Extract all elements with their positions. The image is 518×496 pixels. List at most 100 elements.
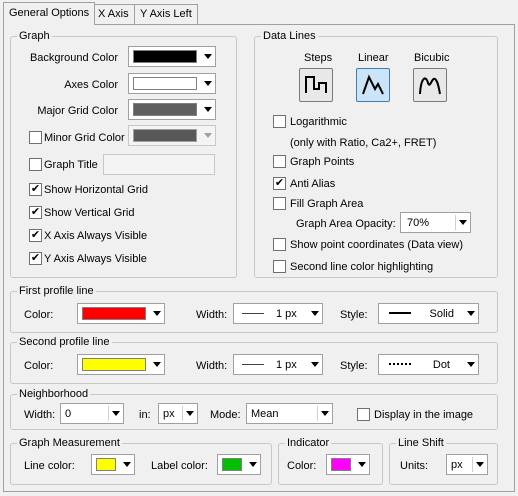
graph-title-checkbox[interactable] [29,158,42,171]
bicubic-button[interactable] [413,68,447,102]
minor-grid-checkbox[interactable] [29,131,42,144]
first-line-color-label: Color: [24,309,54,321]
major-grid-color-label: Major Grid Color [37,105,118,117]
tab-general-options[interactable]: General Options [3,2,96,25]
first-line-width-value: 1 px [276,308,297,320]
graph-area-opacity-label: Graph Area Opacity: [296,218,396,230]
chevron-down-icon [186,411,194,416]
steps-button[interactable] [299,68,333,102]
major-grid-color-swatch [133,103,197,116]
second-line-width-value: 1 px [276,359,297,371]
anti-alias-checkbox[interactable]: ✔ [273,177,286,190]
measurement-line-color-swatch [96,458,116,471]
tab-label: X Axis [98,8,129,20]
group-title: Neighborhood [17,387,91,401]
second-line-color-label: Color: [24,360,54,372]
bicubic-label: Bicubic [414,52,450,64]
display-in-image-checkbox[interactable] [357,408,370,421]
label-color-label: Label color: [151,460,208,472]
neighborhood-mode-value: Mean [251,408,279,420]
indicator-color-combo[interactable] [326,454,370,475]
axes-color-combo[interactable] [128,73,216,94]
second-line-style-label: Style: [340,360,368,372]
graph-points-checkbox[interactable] [273,155,286,168]
neighborhood-units-select[interactable]: px [158,403,198,424]
combo-divider [472,457,473,472]
minor-grid-color-swatch [133,129,197,142]
linear-icon [362,74,384,95]
display-in-image-label: Display in the image [374,409,474,421]
linear-button[interactable] [356,68,390,102]
show-vertical-grid-checkbox[interactable]: ✔ [29,206,42,219]
group-title: Graph Measurement [17,436,122,450]
group-title: Data Lines [261,29,318,43]
line-shift-units-value: px [451,459,463,471]
second-line-width-select[interactable]: 1 px [233,354,323,375]
major-grid-color-combo[interactable] [128,99,216,120]
indicator-color-swatch [331,458,351,471]
chevron-down-icon [204,81,212,86]
line-width-preview [242,364,264,365]
fill-graph-area-checkbox[interactable] [273,197,286,210]
chevron-down-icon [321,411,329,416]
tab-y-axis-left[interactable]: Y Axis Left [134,4,198,24]
logarithmic-note: (only with Ratio, Ca2+, FRET) [290,137,437,149]
axes-color-label: Axes Color [64,79,118,91]
first-line-style-select[interactable]: Solid [378,303,479,324]
group-title: Line Shift [396,436,446,450]
neighborhood-width-value: 0 [65,408,72,420]
group-title: First profile line [17,284,96,298]
second-line-color-combo[interactable] [77,354,165,375]
y-axis-always-visible-label: Y Axis Always Visible [44,253,147,265]
graph-title-input[interactable] [103,154,215,175]
neighborhood-mode-label: Mode: [210,409,241,421]
minor-grid-color-label: Minor Grid Color [44,132,125,144]
y-axis-always-visible-checkbox[interactable]: ✔ [29,252,42,265]
line-shift-units-select[interactable]: px [446,454,488,475]
chevron-down-icon [204,107,212,112]
combo-divider [182,406,183,421]
tab-x-axis[interactable]: X Axis [92,4,135,24]
group-title: Second profile line [17,335,112,349]
show-horizontal-grid-checkbox[interactable]: ✔ [29,183,42,196]
neighborhood-width-select[interactable]: 0 [60,403,124,424]
group-title: Graph [17,29,52,43]
anti-alias-label: Anti Alias [290,178,336,190]
tab-label: General Options [9,7,90,19]
line-color-label: Line color: [24,460,75,472]
linear-label: Linear [358,52,389,64]
fill-graph-area-label: Fill Graph Area [290,198,364,210]
chevron-down-icon [459,220,467,225]
axes-color-swatch [133,77,197,90]
graph-area-opacity-select[interactable]: 70% [400,212,471,233]
measurement-label-color-swatch [222,458,242,471]
x-axis-always-visible-label: X Axis Always Visible [44,230,148,242]
first-line-width-select[interactable]: 1 px [233,303,323,324]
second-line-style-select[interactable]: Dot [378,354,479,375]
chevron-down-icon [123,462,131,467]
minor-grid-color-combo[interactable] [128,125,216,146]
chevron-down-icon [153,362,161,367]
neighborhood-mode-select[interactable]: Mean [246,403,333,424]
logarithmic-checkbox[interactable] [273,115,286,128]
first-line-style-label: Style: [340,309,368,321]
background-color-combo[interactable] [128,46,216,67]
tab-label: Y Axis Left [140,8,192,20]
neighborhood-units-value: px [163,408,175,420]
show-vertical-grid-label: Show Vertical Grid [44,207,135,219]
show-point-coordinates-checkbox[interactable] [273,238,286,251]
graph-title-label: Graph Title [44,159,98,171]
show-horizontal-grid-label: Show Horizontal Grid [44,184,148,196]
logarithmic-label: Logarithmic [290,116,347,128]
chevron-down-icon [204,54,212,59]
measurement-line-color-combo[interactable] [91,454,135,475]
graph-points-label: Graph Points [290,156,355,168]
first-line-color-combo[interactable] [77,303,165,324]
group-title: Indicator [285,436,332,450]
first-line-style-value: Solid [429,308,454,320]
second-line-color-highlighting-label: Second line color highlighting [290,261,434,273]
measurement-label-color-combo[interactable] [217,454,261,475]
chevron-down-icon [153,311,161,316]
x-axis-always-visible-checkbox[interactable]: ✔ [29,229,42,242]
second-line-color-highlighting-checkbox[interactable] [273,260,286,273]
